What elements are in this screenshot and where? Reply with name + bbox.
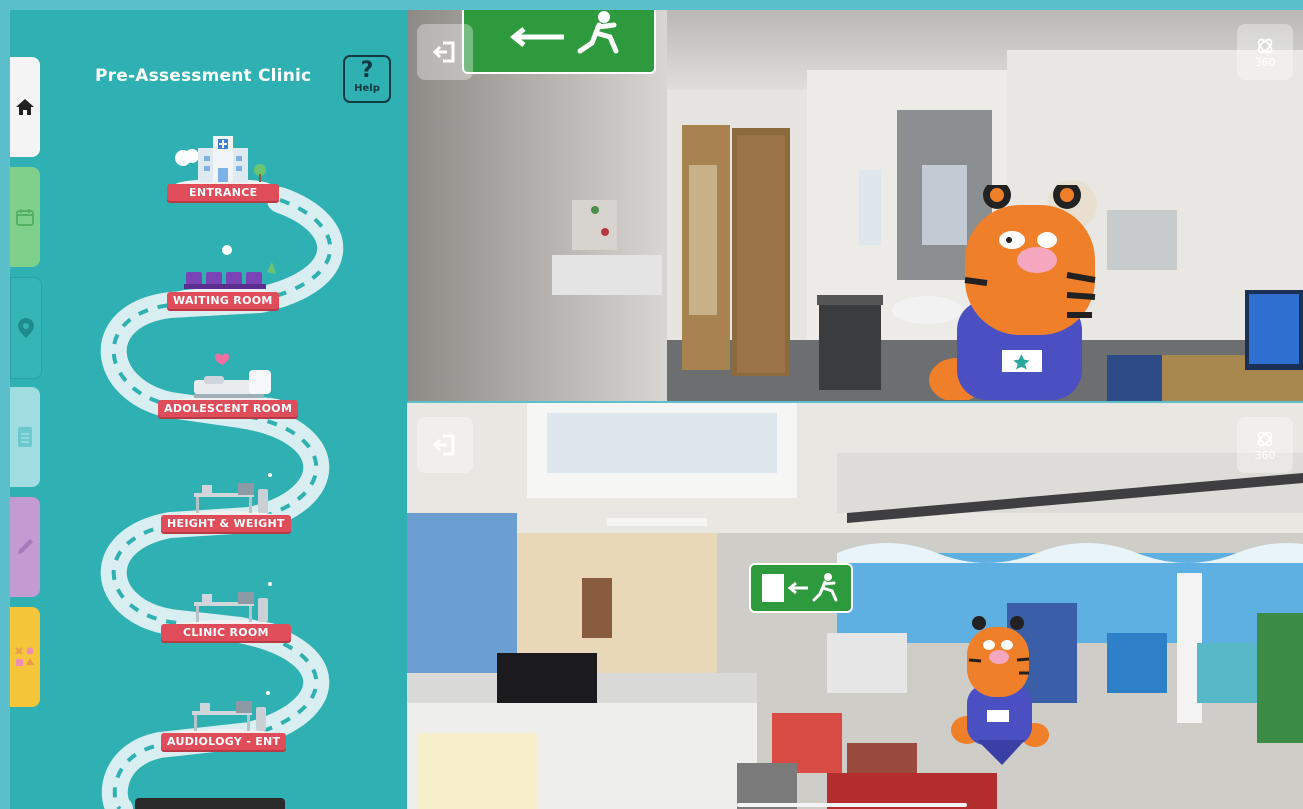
panorama-view-bottom[interactable]: 360 xyxy=(407,403,1303,809)
exit-sign[interactable] xyxy=(749,563,853,613)
station-label: ENTRANCE xyxy=(167,184,280,201)
hospital-building-icon xyxy=(175,136,272,190)
station-label: WAITING ROOM xyxy=(167,292,279,309)
exit-panorama-button[interactable] xyxy=(417,417,473,473)
exit-icon xyxy=(432,41,455,63)
panorama-image xyxy=(407,403,1303,809)
360-label: 360 xyxy=(1254,55,1276,69)
exit-sign[interactable] xyxy=(462,10,656,74)
panorama-view-top[interactable]: 360 xyxy=(407,10,1303,401)
360-label: 360 xyxy=(1254,448,1276,462)
360-view-icon xyxy=(1257,38,1273,53)
station-clinic-room[interactable]: CLINIC ROOM xyxy=(161,576,291,641)
station-entrance[interactable]: ENTRANCE xyxy=(167,130,280,201)
station-label: HEIGHT & WEIGHT xyxy=(161,515,291,532)
tiger-mascot[interactable] xyxy=(947,615,1052,765)
running-man-icon xyxy=(509,11,619,54)
station-label: AUDIOLOGY - ENT xyxy=(161,733,287,750)
sidebar: Pre-Assessment Clinic ? Help ENTRANCE WA… xyxy=(10,10,407,809)
exit-panorama-button[interactable] xyxy=(417,24,473,80)
station-waiting-room[interactable]: WAITING ROOM xyxy=(167,242,279,309)
toggle-360-button[interactable]: 360 xyxy=(1237,417,1293,473)
tiger-mascot[interactable] xyxy=(917,185,1102,400)
station-label: ADOLESCENT ROOM xyxy=(158,400,299,417)
station-label: CLINIC ROOM xyxy=(161,624,291,641)
toggle-360-button[interactable]: 360 xyxy=(1237,24,1293,80)
exit-icon xyxy=(432,434,455,456)
next-station-peek xyxy=(135,798,285,809)
running-man-icon xyxy=(762,573,838,602)
station-audiology-ent[interactable]: AUDIOLOGY - ENT xyxy=(161,685,287,750)
station-adolescent-room[interactable]: ADOLESCENT ROOM xyxy=(158,350,299,417)
station-height-weight[interactable]: HEIGHT & WEIGHT xyxy=(161,467,291,532)
360-view-icon xyxy=(1257,431,1273,446)
home-indicator xyxy=(737,803,967,807)
